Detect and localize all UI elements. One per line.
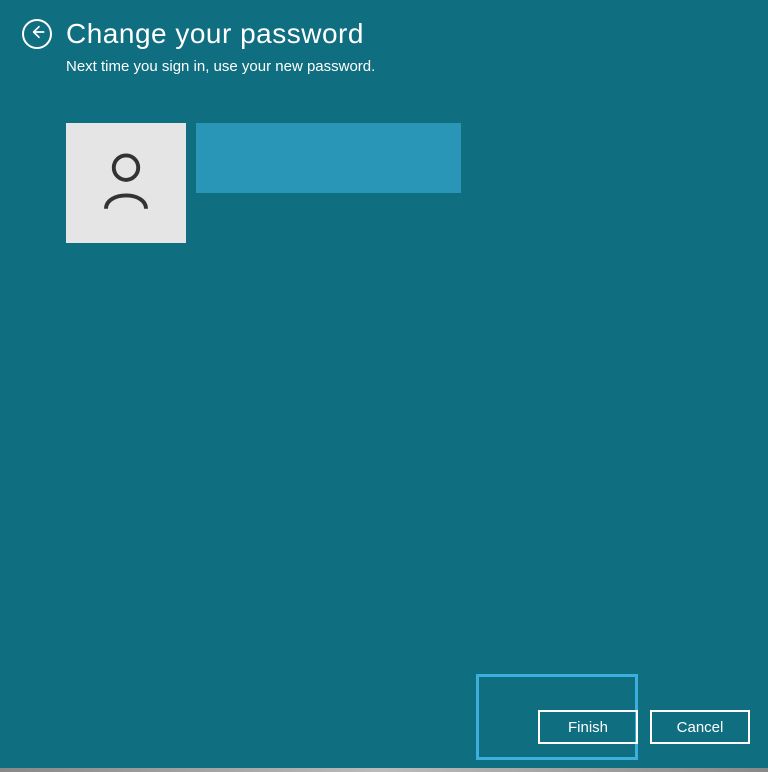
page-title: Change your password: [66, 18, 364, 50]
user-section: [66, 123, 768, 243]
back-arrow-icon: [29, 24, 45, 45]
avatar: [66, 123, 186, 243]
finish-button[interactable]: Finish: [538, 710, 638, 744]
page-subtitle: Next time you sign in, use your new pass…: [66, 58, 768, 75]
back-button[interactable]: [22, 19, 52, 49]
bottom-bar: [0, 768, 768, 772]
username-display: [196, 123, 461, 193]
button-row: Finish Cancel: [538, 710, 750, 744]
user-icon: [99, 151, 153, 216]
cancel-button[interactable]: Cancel: [650, 710, 750, 744]
